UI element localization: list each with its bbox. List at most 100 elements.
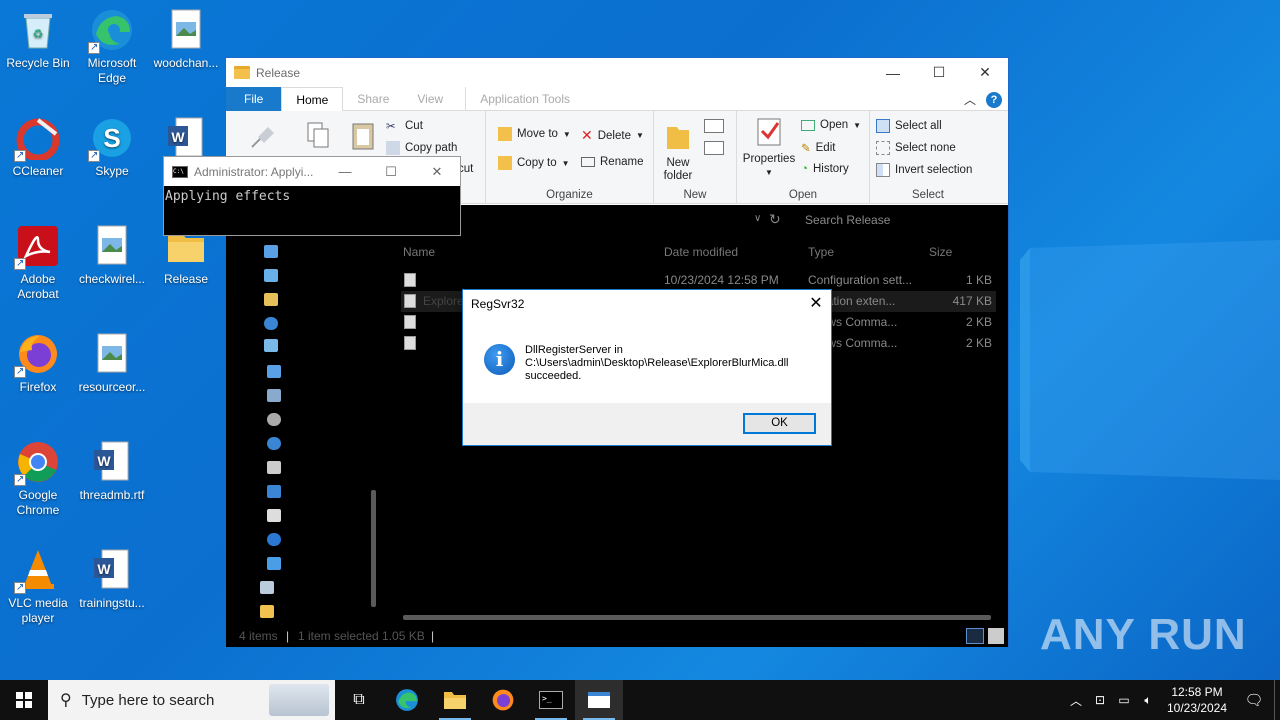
- desktop-icon-chrome[interactable]: Google Chrome: [0, 440, 76, 518]
- taskbar-edge[interactable]: [383, 680, 431, 720]
- search-box[interactable]: Search Release: [805, 213, 998, 233]
- search-input[interactable]: Type here to search: [82, 692, 215, 709]
- desktop-icon-woodchan[interactable]: woodchan...: [148, 8, 224, 71]
- desktop-icon-checkwirel[interactable]: checkwirel...: [74, 224, 150, 287]
- desktop-icon-resourceor[interactable]: resourceor...: [74, 332, 150, 395]
- wifi-icon[interactable]: ▭: [1112, 693, 1136, 707]
- history-button[interactable]: ◔ History: [801, 163, 849, 175]
- nav-icon-music[interactable]: [267, 413, 281, 426]
- tab-view[interactable]: View: [403, 87, 457, 111]
- desktop-icon-edge[interactable]: Microsoft Edge: [74, 8, 150, 86]
- rename-button[interactable]: Rename: [581, 156, 643, 168]
- explorer-titlebar[interactable]: Release — ☐ ✕: [226, 58, 1008, 87]
- nav-icon-pictures[interactable]: [264, 317, 278, 330]
- invert-selection-button[interactable]: Invert selection: [876, 163, 972, 177]
- refresh-icon[interactable]: ↻: [769, 211, 781, 228]
- column-name[interactable]: Name: [403, 245, 435, 259]
- address-chevron-icon[interactable]: ∨: [754, 213, 761, 224]
- tray-overflow-chevron-icon[interactable]: ︿: [1064, 692, 1088, 709]
- start-button[interactable]: [0, 680, 48, 720]
- nav-icon-printer[interactable]: [267, 461, 281, 474]
- nav-scrollbar[interactable]: [371, 490, 376, 607]
- desktop-icon-trainingstu[interactable]: W trainingstu...: [74, 548, 150, 611]
- paste-button[interactable]: [348, 119, 378, 155]
- cmd-window[interactable]: C:\ Administrator: Applyi... — ☐ ✕ Apply…: [163, 156, 461, 236]
- maximize-button[interactable]: ☐: [368, 164, 414, 180]
- edit-button[interactable]: ✎ Edit: [801, 141, 835, 155]
- column-date-modified[interactable]: Date modified: [664, 245, 738, 259]
- taskbar-firefox[interactable]: [479, 680, 527, 720]
- config-file-icon: [404, 273, 416, 287]
- nav-icon-downloads[interactable]: [264, 269, 278, 282]
- nav-icon-desktop[interactable]: [264, 245, 278, 258]
- taskbar-search[interactable]: ⚲ Type here to search: [48, 680, 335, 720]
- open-button[interactable]: Open ▼: [801, 119, 861, 131]
- file-explorer-icon: [444, 692, 466, 709]
- nav-icon-disk[interactable]: [267, 509, 281, 522]
- close-button[interactable]: ✕: [801, 290, 831, 318]
- properties-button[interactable]: Properties ▼: [741, 117, 797, 179]
- copy-path-button[interactable]: Copy path: [386, 141, 457, 155]
- taskbar-regsvr32[interactable]: [575, 680, 623, 720]
- cut-button[interactable]: ✂ Cut: [386, 119, 423, 133]
- tab-application-tools[interactable]: Application Tools: [465, 86, 584, 111]
- show-desktop-button[interactable]: [1274, 680, 1280, 720]
- ok-button[interactable]: OK: [743, 413, 816, 434]
- close-button[interactable]: ✕: [414, 164, 460, 180]
- desktop-icon-skype[interactable]: S Skype: [74, 116, 150, 179]
- search-input[interactable]: Search Release: [805, 213, 890, 227]
- new-folder-button[interactable]: New folder: [658, 121, 698, 183]
- network-status-icon[interactable]: ⊡: [1088, 693, 1112, 707]
- delete-button[interactable]: ✕ Delete ▼: [581, 127, 644, 144]
- column-type[interactable]: Type: [808, 245, 834, 259]
- tab-home[interactable]: Home: [281, 86, 344, 112]
- collapse-ribbon-icon[interactable]: ︿: [964, 91, 976, 108]
- close-button[interactable]: ✕: [962, 58, 1008, 87]
- help-icon[interactable]: ?: [986, 91, 1002, 108]
- maximize-button[interactable]: ☐: [916, 58, 962, 87]
- select-all-button[interactable]: Select all: [876, 119, 942, 133]
- taskbar-cmd[interactable]: >_: [527, 680, 575, 720]
- desktop-icon-vlc[interactable]: VLC media player: [0, 548, 76, 626]
- large-icons-view-icon[interactable]: [988, 628, 1004, 644]
- nav-icon-network[interactable]: [267, 485, 281, 498]
- clock[interactable]: 12:58 PM 10/23/2024: [1160, 684, 1234, 716]
- firefox-icon: [14, 332, 60, 379]
- desktop-icon-threadmb[interactable]: W threadmb.rtf: [74, 440, 150, 503]
- tab-file[interactable]: File: [226, 86, 282, 111]
- minimize-button[interactable]: —: [870, 58, 916, 87]
- nav-icon-homegroup[interactable]: [267, 557, 281, 570]
- nav-icon-videos[interactable]: [267, 437, 281, 450]
- select-none-button[interactable]: Select none: [876, 141, 956, 155]
- new-item-icon[interactable]: [704, 119, 724, 133]
- column-size[interactable]: Size: [929, 245, 952, 259]
- horizontal-scrollbar[interactable]: [403, 615, 991, 620]
- nav-icon-folder[interactable]: [260, 605, 274, 618]
- nav-icon-documents[interactable]: [264, 293, 278, 306]
- nav-icon-desktop-2[interactable]: [267, 389, 281, 402]
- task-view-button[interactable]: ⧉: [335, 680, 383, 720]
- nav-icon-recycle-bin[interactable]: [260, 581, 274, 594]
- minimize-button[interactable]: —: [322, 164, 368, 179]
- move-to-button[interactable]: Move to ▼: [498, 127, 571, 141]
- copy-button[interactable]: [304, 119, 334, 155]
- easy-access-icon[interactable]: [704, 141, 724, 155]
- volume-icon[interactable]: 🔈︎: [1136, 693, 1160, 708]
- desktop-icon-firefox[interactable]: Firefox: [0, 332, 76, 395]
- desktop-icon-acrobat[interactable]: Adobe Acrobat: [0, 224, 76, 302]
- desktop-icon-recycle-bin[interactable]: ♻ Recycle Bin: [0, 8, 76, 71]
- select-all-icon: [876, 119, 890, 133]
- file-row[interactable]: 10/23/2024 12:58 PM Configuration sett..…: [401, 270, 996, 291]
- desktop-icon-ccleaner[interactable]: CCleaner: [0, 116, 76, 179]
- nav-icon-onedrive[interactable]: [267, 533, 281, 546]
- copy-to-button[interactable]: Copy to ▼: [498, 156, 570, 170]
- details-view-icon[interactable]: [966, 628, 984, 644]
- tab-share[interactable]: Share: [343, 87, 403, 111]
- taskbar-file-explorer[interactable]: [431, 680, 479, 720]
- notifications-icon[interactable]: 🗨︎: [1234, 691, 1274, 709]
- cmd-titlebar[interactable]: C:\ Administrator: Applyi... — ☐ ✕: [164, 157, 460, 186]
- pin-to-quick-access-button[interactable]: [248, 119, 278, 155]
- nav-icon-3d-objects[interactable]: [267, 365, 281, 378]
- nav-icon-this-pc[interactable]: [264, 339, 278, 352]
- regsvr32-dialog[interactable]: RegSvr32 ✕ i DllRegisterServer in C:\Use…: [462, 289, 832, 446]
